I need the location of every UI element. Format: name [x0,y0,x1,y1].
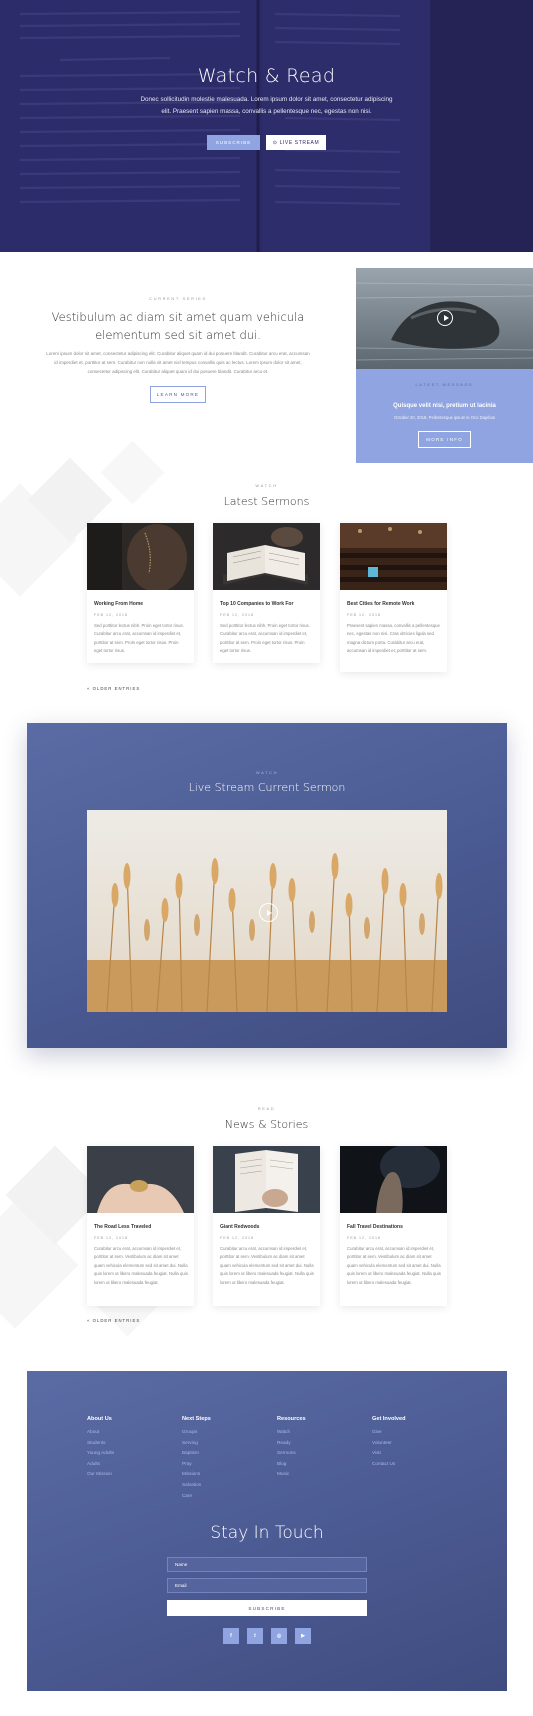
card-date: FEB 12, 2018 [220,613,254,617]
live-video-player[interactable] [87,810,447,1012]
card-text: Praesent sapien massa, convallis a pelle… [347,623,440,654]
name-input[interactable]: Name [167,1557,367,1572]
live-stream-section: WATCH Live Stream Current Sermon [27,723,507,1048]
card-title[interactable]: Best Cities for Remote Work [347,601,414,607]
footer-link[interactable]: Ready [277,1438,367,1449]
card-text: Curabitur arcu erat, accumsan id imperdi… [220,1246,314,1285]
footer-link[interactable]: Watch [277,1427,367,1438]
footer-link[interactable]: Contact Us [372,1459,462,1470]
footer-link[interactable]: Missions [182,1469,272,1480]
footer-link[interactable]: Sermons [277,1448,367,1459]
footer-link[interactable]: Serving [182,1438,272,1449]
series-title: Vestibulum ac diam sit amet quam vehicul… [51,310,305,342]
live-stream-button[interactable]: ⊙ LIVE STREAM [266,135,326,150]
card-date: FEB 12, 2018 [347,1236,381,1240]
sermons-title: Latest Sermons [223,495,310,508]
footer-section: About Us About Students Young Adults Adu… [27,1371,507,1691]
latest-message-eyebrow: LATEST MESSAGE [415,382,474,387]
twitter-icon[interactable]: t [247,1628,263,1644]
hero-text: Donec sollicitudin molestie malesuada. L… [140,96,393,115]
older-entries-link[interactable]: « OLDER ENTRIES [87,686,140,691]
footer-column-get-involved: Get Involved Give Volunteer Visit Contac… [372,1416,462,1469]
youtube-icon[interactable]: ▶ [295,1628,311,1644]
footer-link[interactable]: Salvation [182,1480,272,1491]
hero-buttons: SUBSCRIBE ⊙ LIVE STREAM [0,135,533,150]
footer-link[interactable]: Baptism [182,1448,272,1459]
hero-book-background [0,0,533,252]
footer-column-title: Get Involved [372,1416,406,1422]
footer-link[interactable]: Give [372,1427,462,1438]
latest-message-subtitle: October 20, 2018, Pellentesque ipsum le … [393,415,496,420]
card-text: Curabitur arcu erat, accumsan id imperdi… [94,1246,188,1285]
news-card[interactable]: The Road Less Traveled FEB 12, 2018 Cura… [87,1146,194,1306]
card-title[interactable]: Working From Home [94,601,143,607]
card-date: FEB 12, 2018 [94,613,128,617]
footer-link[interactable]: Care [182,1491,272,1502]
sermon-image-pews [340,523,447,590]
card-title[interactable]: Giant Redwoods [220,1224,259,1230]
news-image-reading [213,1146,320,1213]
broadcast-icon: ⊙ [272,139,278,146]
footer-column-about: About Us About Students Young Adults Adu… [87,1416,177,1480]
email-input[interactable]: Email [167,1578,367,1593]
footer-column-resources: Resources Watch Ready Sermons Blog Music [277,1416,367,1480]
stay-in-touch-title: Stay In Touch [210,1523,324,1543]
footer-link[interactable]: Visit [372,1448,462,1459]
footer-link[interactable]: Students [87,1438,177,1449]
card-date: FEB 12, 2018 [347,613,381,617]
latest-message-card: LATEST MESSAGE Quisque velit nisi, preti… [356,268,533,463]
learn-more-button[interactable]: LEARN MORE [150,386,206,403]
subscribe-button[interactable]: SUBSCRIBE [207,135,260,150]
more-info-button[interactable]: MORE INFO [418,431,471,448]
footer-subscribe-button[interactable]: SUBSCRIBE [167,1600,367,1616]
news-eyebrow: READ [257,1106,276,1111]
footer-link[interactable]: Adults [87,1459,177,1470]
live-stream-label: LIVE STREAM [279,139,320,146]
news-card[interactable]: Fall Travel Destinations FEB 12, 2018 Cu… [340,1146,447,1306]
news-image-hands [87,1146,194,1213]
sermon-card[interactable]: Top 10 Companies to Work For FEB 12, 201… [213,523,320,663]
sermon-card[interactable]: Best Cities for Remote Work FEB 12, 2018… [340,523,447,672]
current-series-section: CURRENT SERIES Vestibulum ac diam sit am… [0,252,356,449]
card-text: Curabitur arcu erat, accumsan id imperdi… [347,1246,441,1285]
facebook-icon[interactable]: f [223,1628,239,1644]
footer-link[interactable]: About [87,1427,177,1438]
card-text: Sed porttitor lectus nibh. Proin eget to… [220,623,310,654]
hero-section: Watch & Read Donec sollicitudin molestie… [0,0,533,252]
hero-title: Watch & Read [197,65,336,87]
footer-link[interactable]: Blog [277,1459,367,1470]
footer-link[interactable]: Pray [182,1459,272,1470]
series-eyebrow: CURRENT SERIES [149,296,207,301]
card-date: FEB 12, 2018 [220,1236,254,1240]
card-title[interactable]: Fall Travel Destinations [347,1224,403,1230]
card-title[interactable]: The Road Less Traveled [94,1224,151,1230]
sermon-image-bible [213,523,320,590]
card-text: Sed porttitor lectus nibh. Proin eget to… [94,623,184,654]
card-date: FEB 12, 2018 [94,1236,128,1240]
footer-link[interactable]: Volunteer [372,1438,462,1449]
series-text: Lorem ipsum dolor sit amet, consectetur … [46,351,310,374]
live-eyebrow: WATCH [255,770,279,775]
news-card[interactable]: Giant Redwoods FEB 12, 2018 Curabitur ar… [213,1146,320,1306]
footer-column-title: Next Steps [182,1416,211,1422]
footer-column-title: Resources [277,1416,306,1422]
live-title: Live Stream Current Sermon [188,781,346,794]
play-icon[interactable] [437,310,453,326]
sermons-eyebrow: WATCH [255,483,278,488]
sermon-image-rosary [87,523,194,590]
older-entries-link[interactable]: « OLDER ENTRIES [87,1318,140,1323]
footer-link[interactable]: Young Adults [87,1448,177,1459]
news-title: News & Stories [224,1118,309,1131]
news-image-prayer [340,1146,447,1213]
instagram-icon[interactable]: ◎ [271,1628,287,1644]
latest-message-title: Quisque velit nisi, pretium ut lacinia [393,403,496,409]
footer-column-title: About Us [87,1416,112,1422]
footer-link[interactable]: Music [277,1469,367,1480]
footer-column-next-steps: Next Steps Groups Serving Baptism Pray M… [182,1416,272,1501]
card-title[interactable]: Top 10 Companies to Work For [220,601,293,607]
footer-link[interactable]: Groups [182,1427,272,1438]
footer-link[interactable]: Our Mission [87,1469,177,1480]
sermon-card[interactable]: Working From Home FEB 12, 2018 Sed portt… [87,523,194,663]
play-icon[interactable] [259,903,278,922]
